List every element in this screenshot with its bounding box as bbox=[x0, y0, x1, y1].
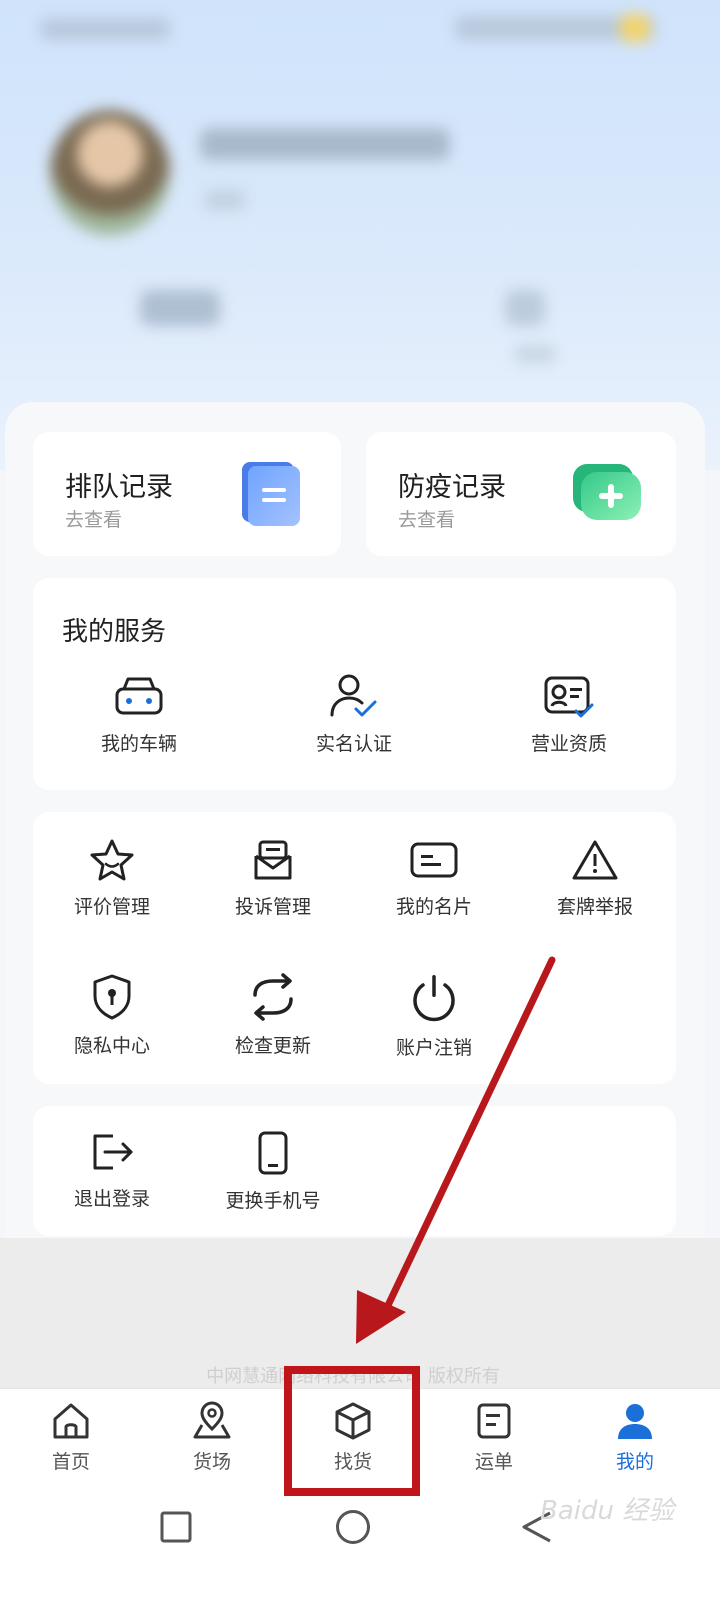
shield-keyhole-icon bbox=[93, 974, 131, 1020]
card-icon bbox=[410, 842, 458, 878]
tool-fake-plate-report[interactable]: 套牌举报 bbox=[515, 838, 675, 919]
tool-check-update[interactable]: 检查更新 bbox=[193, 973, 353, 1058]
user-name bbox=[200, 128, 450, 160]
person-icon bbox=[618, 1404, 652, 1439]
annotation-highlight-box bbox=[284, 1366, 420, 1496]
logout-button[interactable]: 退出登录 bbox=[32, 1130, 192, 1211]
epidemic-record-title: 防疫记录 bbox=[398, 472, 506, 503]
tool-label: 套牌举报 bbox=[556, 896, 633, 918]
phone-icon bbox=[258, 1131, 288, 1175]
map-pin-icon bbox=[193, 1401, 231, 1439]
profile-stat[interactable] bbox=[505, 290, 545, 326]
tool-label: 检查更新 bbox=[234, 1035, 311, 1057]
tool-privacy-center[interactable]: 隐私中心 bbox=[32, 973, 192, 1058]
epidemic-record-subtitle: 去查看 bbox=[398, 509, 456, 531]
service-label: 实名认证 bbox=[315, 733, 392, 755]
document-icon bbox=[242, 462, 300, 526]
user-check-icon bbox=[330, 674, 377, 717]
home-circle-icon[interactable] bbox=[335, 1509, 371, 1545]
service-label: 我的车辆 bbox=[100, 733, 177, 755]
tab-label: 运单 bbox=[474, 1451, 513, 1473]
queue-record-subtitle: 去查看 bbox=[65, 509, 123, 531]
profile-header bbox=[0, 0, 720, 470]
account-label: 更换手机号 bbox=[225, 1190, 321, 1212]
epidemic-record-card[interactable]: 防疫记录 去查看 bbox=[366, 432, 676, 556]
tab-freight-yard[interactable]: 货场 bbox=[157, 1401, 267, 1474]
logout-icon bbox=[93, 1134, 133, 1170]
watermark: Baidu 经验 bbox=[540, 1496, 675, 1526]
battery-icon bbox=[620, 14, 650, 42]
recent-apps-icon[interactable] bbox=[160, 1511, 192, 1543]
star-icon bbox=[90, 839, 134, 881]
service-label: 营业资质 bbox=[530, 733, 607, 755]
mail-icon bbox=[254, 840, 292, 880]
user-subtitle bbox=[205, 190, 245, 210]
tool-label: 我的名片 bbox=[395, 896, 472, 918]
license-check-icon bbox=[544, 676, 594, 718]
tab-home[interactable]: 首页 bbox=[16, 1401, 126, 1474]
profile-stat-label bbox=[515, 345, 555, 363]
tab-label: 我的 bbox=[615, 1451, 654, 1473]
waybill-icon bbox=[477, 1403, 511, 1439]
tool-label: 评价管理 bbox=[73, 896, 150, 918]
status-bar-time bbox=[40, 18, 170, 40]
power-icon bbox=[413, 975, 455, 1022]
tool-label: 投诉管理 bbox=[234, 896, 311, 918]
tool-label: 隐私中心 bbox=[73, 1035, 150, 1057]
profile-stat[interactable] bbox=[140, 290, 220, 326]
tab-mine[interactable]: 我的 bbox=[580, 1401, 690, 1474]
service-real-name-auth[interactable]: 实名认证 bbox=[274, 673, 434, 756]
tool-account-cancellation[interactable]: 账户注销 bbox=[354, 973, 514, 1060]
queue-record-card[interactable]: 排队记录 去查看 bbox=[33, 432, 341, 556]
shield-plus-icon bbox=[573, 464, 641, 520]
account-label: 退出登录 bbox=[73, 1188, 150, 1210]
tab-label: 首页 bbox=[51, 1451, 90, 1473]
avatar[interactable] bbox=[50, 110, 170, 235]
tab-waybill[interactable]: 运单 bbox=[439, 1401, 549, 1474]
tool-my-business-card[interactable]: 我的名片 bbox=[354, 838, 514, 919]
service-my-vehicle[interactable]: 我的车辆 bbox=[59, 675, 219, 756]
change-phone-button[interactable]: 更换手机号 bbox=[193, 1130, 353, 1213]
tool-complaint-management[interactable]: 投诉管理 bbox=[193, 838, 353, 919]
vehicle-icon bbox=[115, 677, 163, 715]
tool-label: 账户注销 bbox=[395, 1037, 472, 1059]
service-business-license[interactable]: 营业资质 bbox=[489, 675, 649, 756]
tab-label: 货场 bbox=[192, 1451, 231, 1473]
warning-icon bbox=[572, 840, 618, 880]
queue-record-title: 排队记录 bbox=[65, 472, 173, 503]
my-services-title: 我的服务 bbox=[62, 617, 167, 647]
tool-rating-management[interactable]: 评价管理 bbox=[32, 838, 192, 919]
refresh-icon bbox=[253, 973, 293, 1021]
home-icon bbox=[53, 1403, 89, 1439]
